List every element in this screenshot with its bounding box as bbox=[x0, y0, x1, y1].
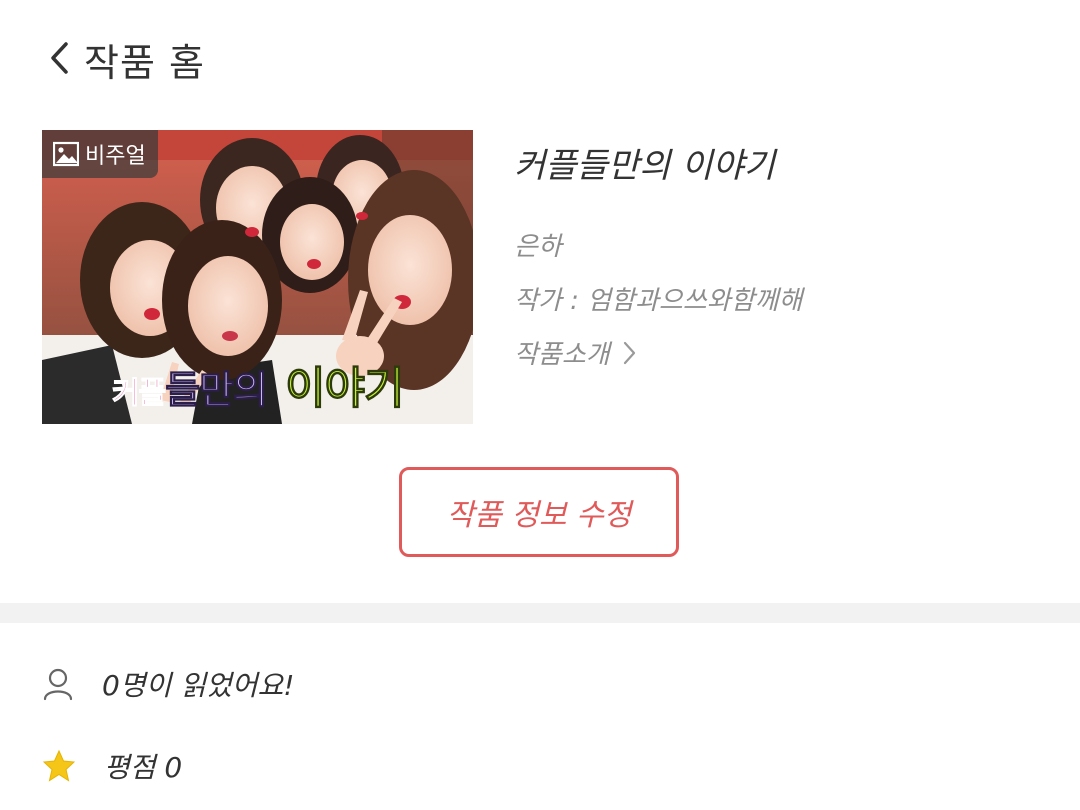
caption-part-3: 이야기 bbox=[285, 363, 405, 415]
visual-badge: 비주얼 bbox=[42, 130, 158, 178]
rating-value: 평점 0 bbox=[104, 751, 183, 784]
back-button[interactable] bbox=[48, 36, 88, 80]
user-icon bbox=[43, 668, 73, 701]
work-author: 작가 : 엄함과으쓰와함께해 bbox=[514, 286, 803, 316]
readers-count: 0명이 읽었어요! bbox=[102, 669, 295, 702]
work-intro-label: 작품소개 bbox=[514, 340, 610, 370]
work-subtitle: 은하 bbox=[514, 232, 562, 262]
image-icon bbox=[53, 141, 79, 167]
visual-badge-label: 비주얼 bbox=[85, 144, 146, 169]
header: 작품 홈 bbox=[0, 0, 1080, 120]
cover-caption: 커플들만의 이야기 bbox=[111, 352, 405, 416]
edit-work-info-button[interactable]: 작품 정보 수정 bbox=[399, 467, 679, 557]
chevron-left-icon bbox=[51, 42, 68, 74]
chevron-right-icon bbox=[623, 341, 635, 364]
rating-stat: 평점 0 bbox=[42, 746, 182, 786]
cover-image[interactable]: 커플들만의 이야기 비주얼 bbox=[42, 130, 473, 424]
readers-stat: 0명이 읽었어요! bbox=[42, 664, 295, 704]
section-divider bbox=[0, 603, 1080, 623]
page-title: 작품 홈 bbox=[84, 41, 205, 85]
work-title: 커플들만의 이야기 bbox=[514, 146, 776, 186]
work-intro-link[interactable]: 작품소개 bbox=[514, 334, 636, 371]
caption-part-1: 커플 bbox=[111, 376, 166, 412]
caption-part-2: 들만의 bbox=[165, 368, 269, 413]
star-icon bbox=[42, 749, 76, 782]
